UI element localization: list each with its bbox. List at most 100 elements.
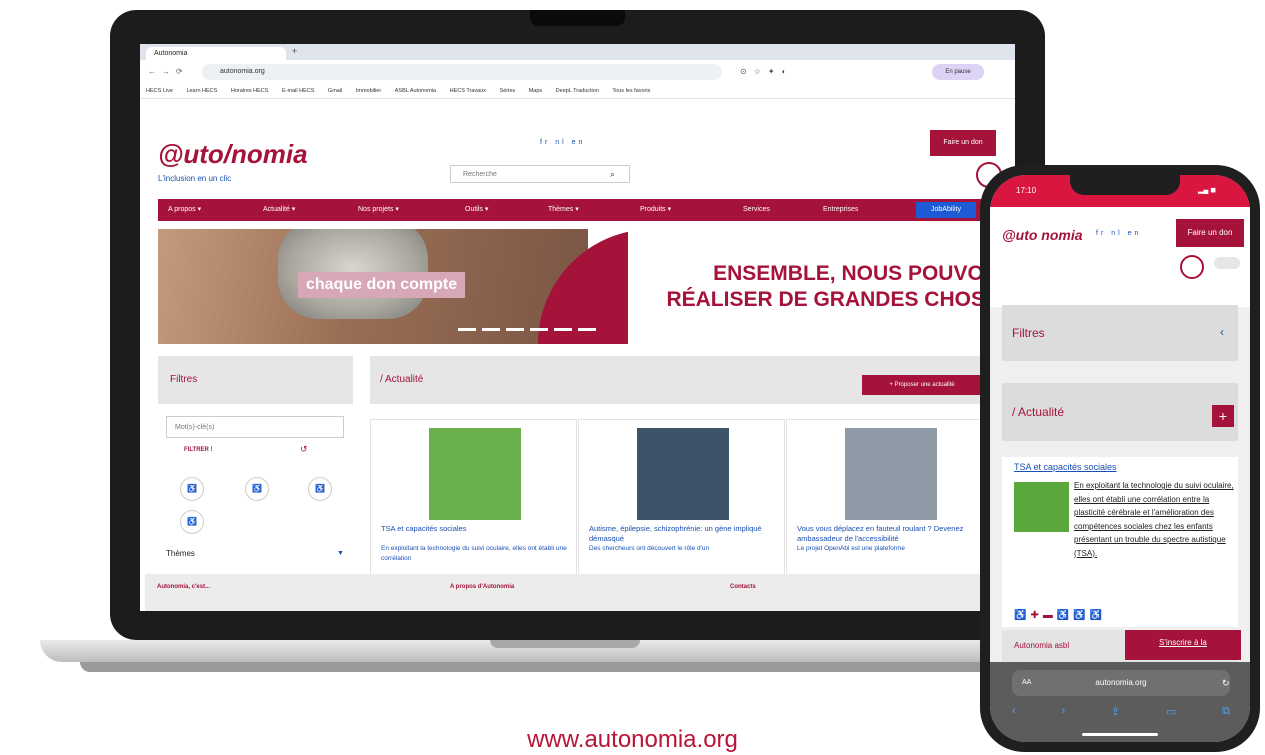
site-logo[interactable]: @uto/nomia bbox=[158, 139, 308, 170]
bookmark-item[interactable]: Learn HECS bbox=[186, 88, 217, 94]
menu-services[interactable]: Services bbox=[743, 199, 770, 221]
bookmark-item[interactable]: Horaires HECS bbox=[231, 88, 269, 94]
keyword-input[interactable]: Mot(s)-clé(s) bbox=[166, 416, 344, 438]
forward-icon[interactable]: › bbox=[1061, 705, 1065, 718]
news-card-title[interactable]: TSA et capacités sociales bbox=[381, 524, 569, 534]
bookmark-item[interactable]: ASBL Autonomia bbox=[395, 88, 436, 94]
browser-tab[interactable]: Autonomia bbox=[146, 47, 286, 60]
news-card-body: Des chercheurs ont découvert le rôle d'u… bbox=[589, 545, 710, 552]
disability-filter-icon[interactable]: ♿ bbox=[245, 477, 269, 501]
bookmark-item[interactable]: HECS Live bbox=[146, 88, 173, 94]
autism-brain-image bbox=[1014, 482, 1069, 532]
donate-button[interactable]: Faire un don bbox=[930, 130, 996, 156]
news-card[interactable]: Vous vous déplacez en fauteuil roulant ?… bbox=[786, 419, 993, 581]
search-input[interactable]: Recherche bbox=[450, 165, 630, 183]
bookmark-item[interactable]: Immobilier bbox=[356, 88, 381, 94]
filter-button[interactable]: FILTRER ! bbox=[184, 447, 213, 453]
new-tab-button[interactable]: + bbox=[292, 46, 297, 56]
propose-news-button[interactable]: + Proposer une actualité bbox=[862, 375, 982, 395]
disability-filter-icon[interactable]: ♿ bbox=[180, 477, 204, 501]
bookmark-item[interactable]: DeepL Traduction bbox=[556, 88, 599, 94]
phone-filters[interactable]: Filtres bbox=[1002, 305, 1238, 361]
menu-toggle-icon[interactable] bbox=[1214, 257, 1240, 269]
safari-toolbar: ‹ › ⇪ ▭ ⧉ bbox=[1012, 705, 1230, 718]
menu-themes[interactable]: Thèmes ▾ bbox=[548, 199, 579, 221]
tabs-icon[interactable]: ⧉ bbox=[1222, 705, 1230, 718]
main-menu: A propos ▾ Actualité ▾ Nos projets ▾ Out… bbox=[158, 199, 1015, 221]
user-avatar-icon[interactable] bbox=[1180, 255, 1204, 279]
menu-outils[interactable]: Outils ▾ bbox=[465, 199, 488, 221]
filters-title[interactable]: Filtres bbox=[158, 356, 353, 404]
lang-fr[interactable]: fr bbox=[1096, 230, 1106, 237]
hero-banner[interactable]: chaque don compte ENSEMBLE, NOUS POUVONS… bbox=[158, 229, 1015, 344]
reload-icon[interactable]: ↻ bbox=[1222, 670, 1230, 696]
bookmark-item[interactable]: Maps bbox=[529, 88, 542, 94]
laptop-camera-notch bbox=[530, 10, 625, 26]
disability-filter-icon[interactable]: ♿ bbox=[308, 477, 332, 501]
banner-headline: ENSEMBLE, NOUS POUVONS RÉALISER DE GRAND… bbox=[628, 261, 1013, 313]
menu-nos-projets[interactable]: Nos projets ▾ bbox=[358, 199, 399, 221]
phone-donate-button[interactable]: Faire un don bbox=[1176, 219, 1244, 247]
disability-filter-icon[interactable]: ♿ bbox=[180, 510, 204, 534]
themes-label[interactable]: Thèmes bbox=[166, 549, 195, 558]
phone-logo[interactable]: @uto nomia bbox=[1002, 227, 1083, 243]
safari-address-bar[interactable]: autonomia.org bbox=[1012, 670, 1230, 696]
extension-icons[interactable]: ⊙☆✦◐ bbox=[740, 67, 793, 76]
accessibility-icons[interactable]: ♿✚▬♿♿♿ bbox=[1014, 610, 1106, 621]
lang-en[interactable]: en bbox=[1128, 230, 1142, 237]
site-footer: Autonomia, c'est... A propos d'Autonomia… bbox=[145, 574, 1015, 611]
menu-entreprises[interactable]: Entreprises bbox=[823, 199, 858, 221]
browser-nav-icons[interactable]: ←→⟳ bbox=[148, 67, 189, 76]
phone-news-card-body[interactable]: En exploitant la technologie du suivi oc… bbox=[1074, 479, 1234, 560]
bookmark-item[interactable]: Gmail bbox=[328, 88, 342, 94]
share-icon[interactable]: ⇪ bbox=[1111, 705, 1120, 718]
bookmark-item[interactable]: HECS Travaux bbox=[450, 88, 486, 94]
website-url-caption[interactable]: www.autonomia.org bbox=[0, 726, 1265, 754]
chevron-left-icon[interactable]: ‹ bbox=[1220, 325, 1224, 339]
back-icon[interactable]: ‹ bbox=[1012, 705, 1016, 718]
news-card-body: En exploitant la technologie du suivi oc… bbox=[381, 545, 567, 562]
search-icon[interactable]: ⌕ bbox=[610, 165, 615, 183]
footer-a-propos[interactable]: A propos d'Autonomia bbox=[450, 584, 514, 590]
phone-footer-asbl[interactable]: Autonomia asbl bbox=[1014, 641, 1069, 650]
news-card-title[interactable]: Autisme, épilepsie, schizophrénie: un gè… bbox=[589, 524, 777, 544]
phone-news-title: / Actualité bbox=[1002, 383, 1238, 441]
autism-brain-image bbox=[429, 428, 521, 520]
address-bar[interactable]: autonomia.org bbox=[202, 64, 722, 80]
menu-produits[interactable]: Produits ▾ bbox=[640, 199, 671, 221]
phone-time: 17:10 bbox=[1016, 186, 1037, 195]
news-card[interactable]: Autisme, épilepsie, schizophrénie: un gè… bbox=[578, 419, 785, 581]
news-card-body: Le projet OpenAbl est une plateforme bbox=[797, 545, 906, 552]
menu-a-propos[interactable]: A propos ▾ bbox=[168, 199, 201, 221]
bookmark-item[interactable]: Séries bbox=[500, 88, 516, 94]
safari-aa-button[interactable]: AA bbox=[1022, 670, 1031, 696]
phone-signup-button[interactable]: S'inscrire à la bbox=[1125, 630, 1241, 660]
language-switcher[interactable]: fr nl en bbox=[540, 139, 585, 146]
add-news-button[interactable]: + bbox=[1212, 405, 1234, 427]
signal-battery-icon: ▂▄ ◼ bbox=[1198, 187, 1217, 194]
lang-nl[interactable]: nl bbox=[555, 139, 566, 146]
bookmark-item[interactable]: E-mail HECS bbox=[282, 88, 314, 94]
news-card-title[interactable]: Vous vous déplacez en fauteuil roulant ?… bbox=[797, 524, 985, 544]
bookmark-item[interactable]: Tous les favoris bbox=[612, 88, 650, 94]
menu-actualite[interactable]: Actualité ▾ bbox=[263, 199, 295, 221]
banner-caption: chaque don compte bbox=[298, 272, 466, 298]
laptop-screen: Autonomia + ←→⟳ autonomia.org ⊙☆✦◐ En pa… bbox=[140, 44, 1015, 611]
carousel-indicators[interactable] bbox=[458, 328, 598, 331]
footer-autonomia[interactable]: Autonomia, c'est... bbox=[157, 584, 210, 590]
lang-fr[interactable]: fr bbox=[540, 139, 550, 146]
reset-icon[interactable]: ↺ bbox=[300, 444, 308, 455]
phone-language-switcher[interactable]: fr nl en bbox=[1096, 230, 1141, 237]
wheelchair-image bbox=[845, 428, 937, 520]
footer-contacts[interactable]: Contacts bbox=[730, 584, 756, 590]
news-card[interactable]: TSA et capacités sociales En exploitant … bbox=[370, 419, 577, 581]
phone-screen: 17:10 ▂▄ ◼ @uto nomia fr nl en Faire un … bbox=[990, 175, 1250, 742]
phone-news-card-title[interactable]: TSA et capacités sociales bbox=[1014, 462, 1117, 472]
lang-en[interactable]: en bbox=[572, 139, 586, 146]
lang-nl[interactable]: nl bbox=[1111, 230, 1122, 237]
banner-headline-line1: ENSEMBLE, NOUS POUVONS bbox=[713, 262, 1013, 285]
jobability-button[interactable]: JobAbility bbox=[916, 202, 976, 218]
bookmarks-icon[interactable]: ▭ bbox=[1166, 705, 1176, 718]
chevron-down-icon[interactable]: ▼ bbox=[337, 550, 344, 557]
profile-status-button[interactable]: En pause bbox=[932, 64, 984, 80]
